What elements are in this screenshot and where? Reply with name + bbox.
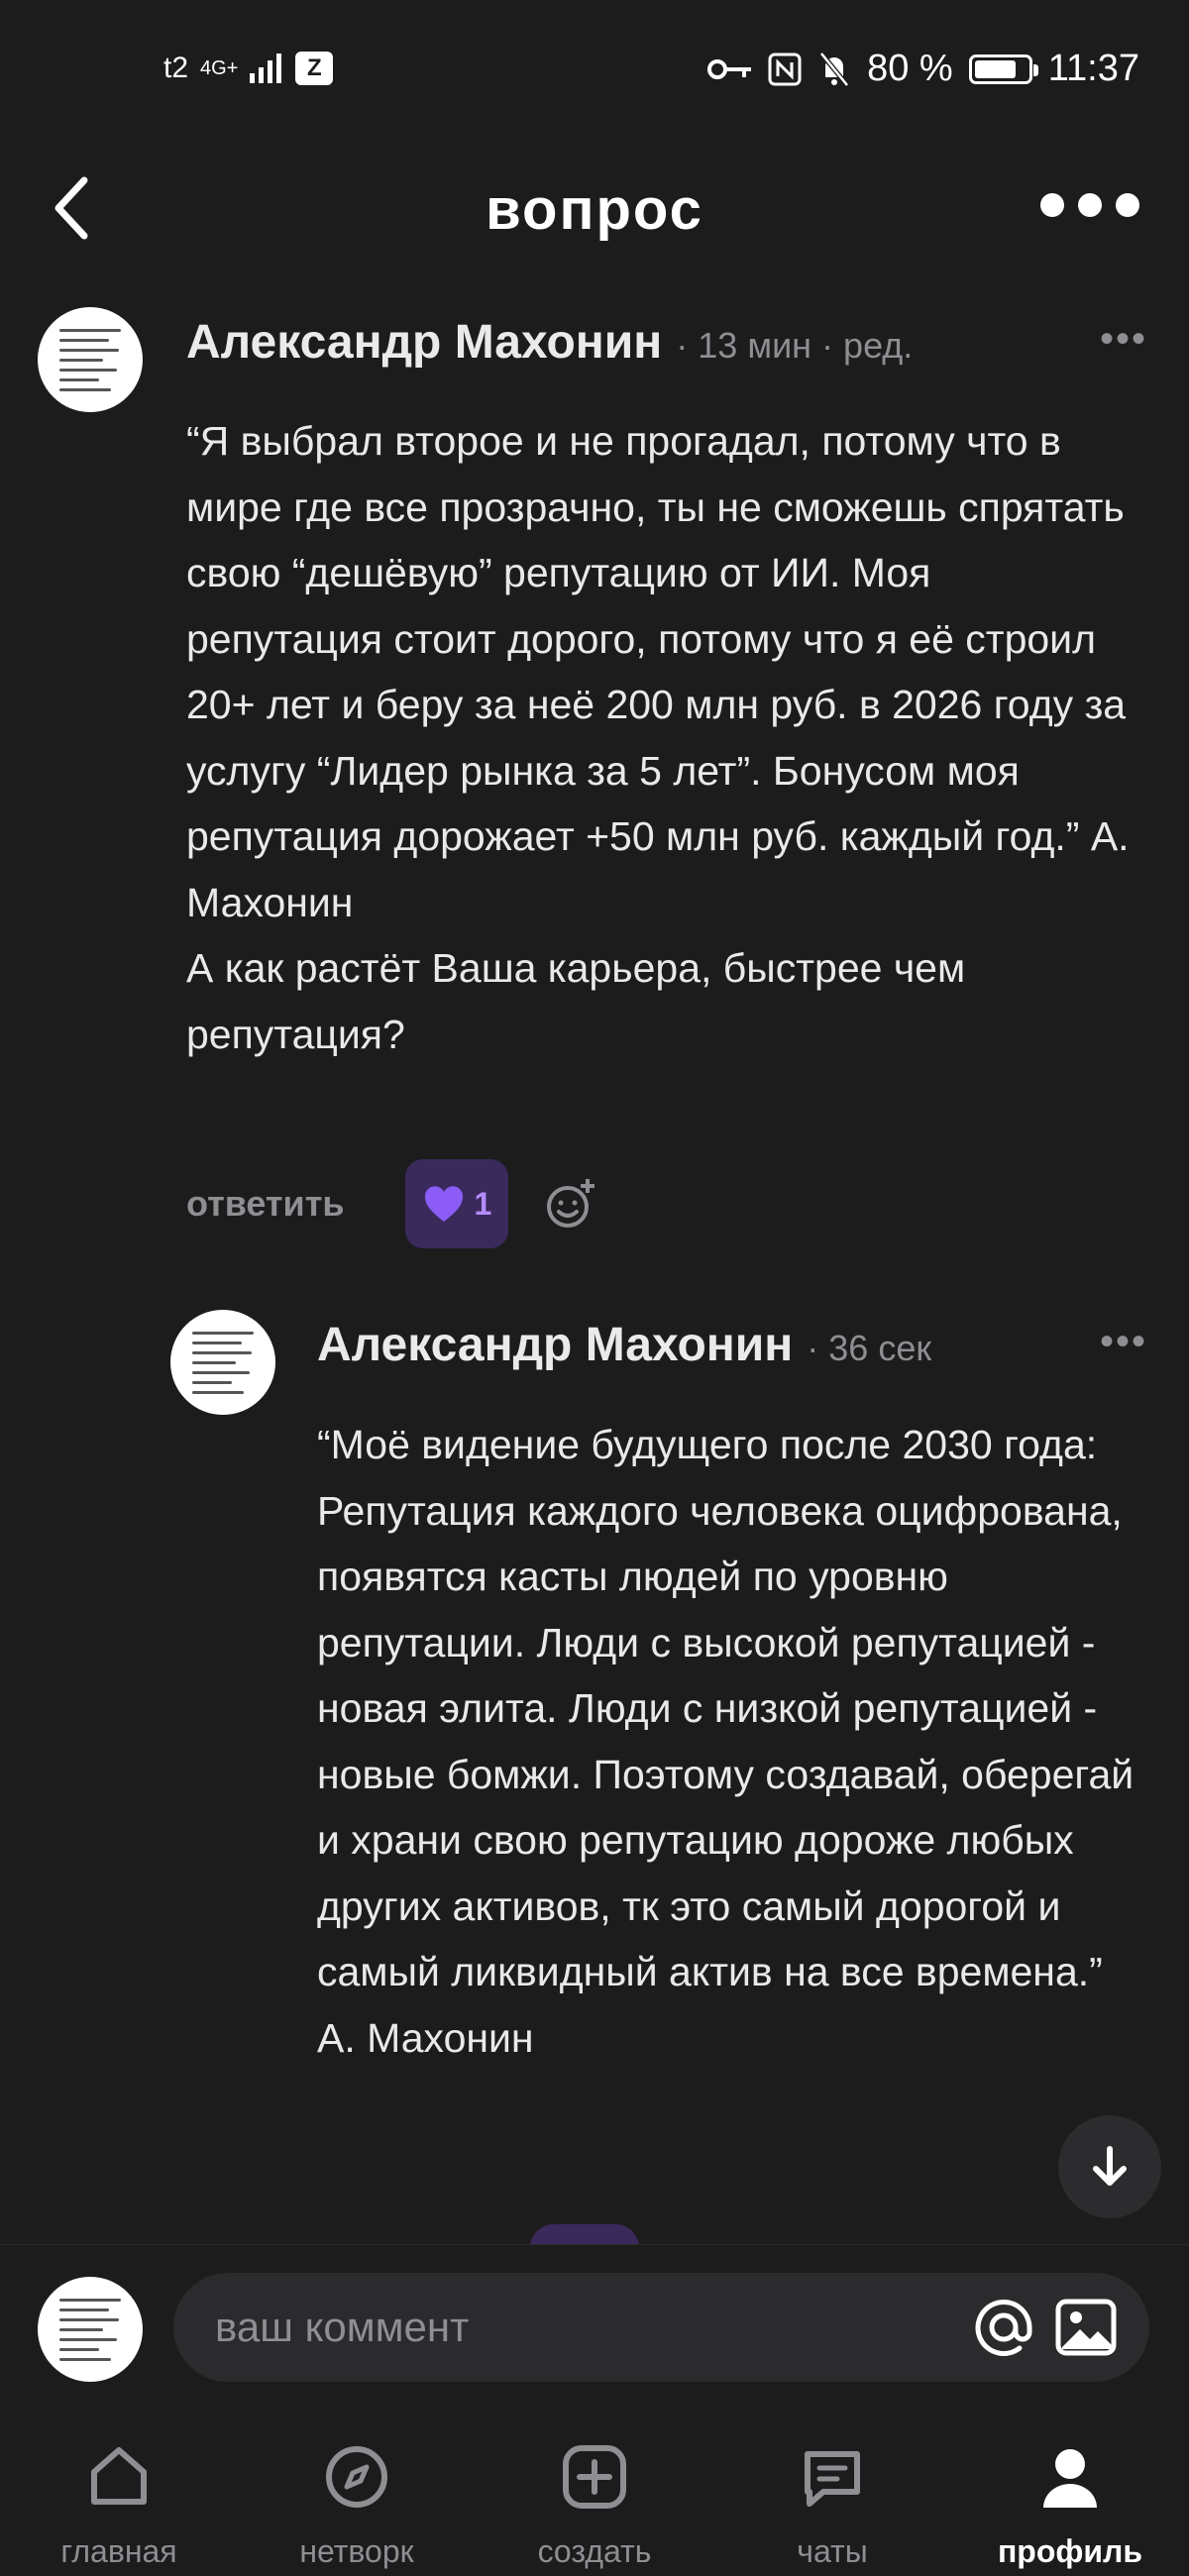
- comment-input-box[interactable]: [173, 2273, 1149, 2382]
- comment-composer: [0, 2244, 1189, 2414]
- heart-icon: [424, 1186, 463, 1222]
- status-bar: t2 4G+ Z 80 % 11:37: [0, 0, 1189, 149]
- avatar[interactable]: [38, 307, 143, 412]
- comment-text: “Я выбрал второе и не прогадал, потому ч…: [186, 408, 1137, 1067]
- battery-icon: [968, 54, 1038, 84]
- nav-label: чаты: [797, 2533, 868, 2569]
- reply-comment: Александр Махонин · 36 сек ••• “Моё виде…: [0, 1298, 1189, 2249]
- comment-meta: · 13 мин · ред.: [676, 325, 914, 366]
- chat-icon: [805, 2451, 860, 2507]
- mute-bell-icon: [819, 51, 850, 87]
- scroll-down-button[interactable]: [1058, 2115, 1161, 2218]
- nav-label: профиль: [997, 2533, 1143, 2569]
- more-options-icon[interactable]: [1040, 193, 1139, 217]
- image-attach-icon[interactable]: [1054, 2296, 1118, 2359]
- comment-paragraph: А как растёт Ваша карьера, быстрее чем р…: [186, 945, 966, 1057]
- page-title: вопрос: [486, 177, 703, 242]
- author-name[interactable]: Александр Махонин: [186, 315, 662, 370]
- comment-paragraph: “Моё видение будущего после 2030 года:: [317, 1422, 1098, 1467]
- carrier-label: t2: [163, 52, 189, 84]
- add-reaction-icon[interactable]: [544, 1177, 597, 1231]
- network-type: 4G+: [200, 56, 239, 79]
- comment-paragraph: Репутация каждого человека оцифрована, п…: [317, 1487, 1135, 2061]
- author-name[interactable]: Александр Махонин: [317, 1318, 793, 1372]
- nav-item-network[interactable]: нетворк: [238, 2413, 476, 2576]
- nav-item-profile[interactable]: профиль: [951, 2413, 1189, 2576]
- comment: Александр Махонин · 13 мин · ред. ••• “Я…: [0, 297, 1189, 1268]
- nav-item-create[interactable]: создать: [476, 2413, 713, 2576]
- battery-percent: 80 %: [867, 48, 953, 89]
- avatar: [38, 2277, 143, 2382]
- nav-label: главная: [60, 2533, 177, 2569]
- nav-label: создать: [537, 2533, 652, 2569]
- like-button[interactable]: 1: [405, 1159, 509, 1248]
- key-icon: [707, 58, 752, 79]
- signal-icon: [250, 54, 282, 83]
- like-count: 1: [474, 1185, 492, 1222]
- comment-paragraph: “Я выбрал второе и не прогадал, потому ч…: [186, 418, 1130, 925]
- arrow-down-icon: [1093, 2146, 1127, 2186]
- nav-item-chats[interactable]: чаты: [713, 2413, 951, 2576]
- bottom-navigation: главная нетворк создать чаты профиль: [0, 2413, 1189, 2576]
- comment-input[interactable]: [213, 2303, 911, 2352]
- comment-meta: · 36 сек: [807, 1328, 932, 1368]
- comment-options-icon[interactable]: •••: [1100, 1320, 1147, 1364]
- app-notification-icon: Z: [295, 52, 334, 85]
- avatar[interactable]: [170, 1310, 275, 1415]
- person-icon: [1043, 2449, 1097, 2508]
- compass-icon: [326, 2446, 387, 2508]
- top-app-bar: вопрос: [0, 149, 1189, 268]
- mention-icon[interactable]: [972, 2296, 1035, 2359]
- plus-square-icon: [563, 2445, 626, 2509]
- reply-button[interactable]: ответить: [186, 1183, 344, 1225]
- nav-item-home[interactable]: главная: [0, 2413, 238, 2576]
- home-icon: [91, 2447, 147, 2505]
- comment-options-icon[interactable]: •••: [1100, 317, 1147, 362]
- nfc-icon: [768, 53, 802, 85]
- comment-text: “Моё видение будущего после 2030 года: Р…: [317, 1412, 1149, 2071]
- nav-label: нетворк: [299, 2533, 414, 2569]
- clock: 11:37: [1047, 48, 1139, 89]
